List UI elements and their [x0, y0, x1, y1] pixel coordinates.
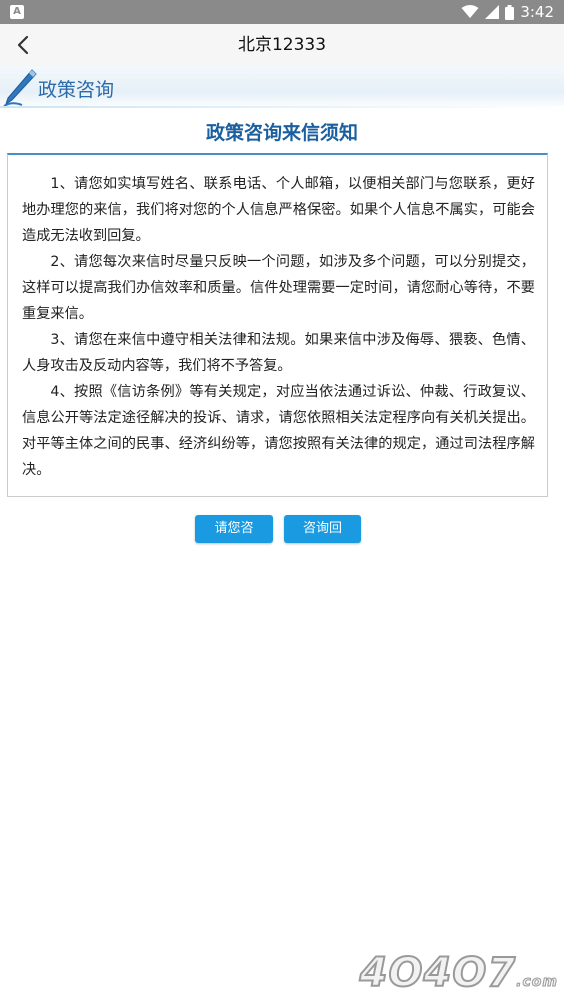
- status-icons: 3:42: [461, 0, 554, 24]
- chevron-left-icon: [17, 35, 29, 55]
- battery-icon: [505, 4, 515, 20]
- section-banner: 政策咨询: [0, 66, 564, 110]
- watermark-suffix: .com: [516, 974, 558, 991]
- notice-content: 1、请您如实填写姓名、联系电话、个人邮箱，以便相关部门与您联系，更好地办理您的来…: [7, 153, 548, 497]
- wifi-icon: [461, 5, 479, 18]
- signal-icon: [485, 5, 500, 19]
- section-title: 政策咨询: [38, 79, 115, 101]
- consult-button[interactable]: 请您咨询: [195, 515, 273, 564]
- app-notification-icon: A: [10, 5, 24, 19]
- notice-paragraph-1: 1、请您如实填写姓名、联系电话、个人邮箱，以便相关部门与您联系，更好地办理您的来…: [22, 176, 535, 244]
- watermark-logo: 4O4O7.com: [359, 949, 558, 998]
- notice-paragraph-2: 2、请您每次来信时尽量只反映一个问题，如涉及多个问题，可以分别提交，这样可以提高…: [22, 254, 535, 322]
- back-button[interactable]: [8, 30, 38, 60]
- notice-paragraph-3: 3、请您在来信中遵守相关法律和法规。如果来信中涉及侮辱、猥亵、色情、人身攻击及反…: [22, 332, 535, 374]
- watermark-text: 4O4O7: [359, 949, 517, 997]
- banner-divider: [0, 106, 564, 108]
- pen-icon: [3, 69, 37, 107]
- status-bar: A 3:42: [0, 0, 564, 24]
- status-time: 3:42: [520, 3, 554, 21]
- app-title: 北京12333: [237, 35, 327, 55]
- consult-reply-button[interactable]: 咨询回复: [284, 515, 361, 564]
- notice-paragraph-4: 4、按照《信访条例》等有关规定，对应当依法通过诉讼、仲裁、行政复议、信息公开等法…: [22, 384, 535, 478]
- notice-title: 政策咨询来信须知: [205, 122, 358, 144]
- app-bar: 北京12333: [0, 24, 564, 66]
